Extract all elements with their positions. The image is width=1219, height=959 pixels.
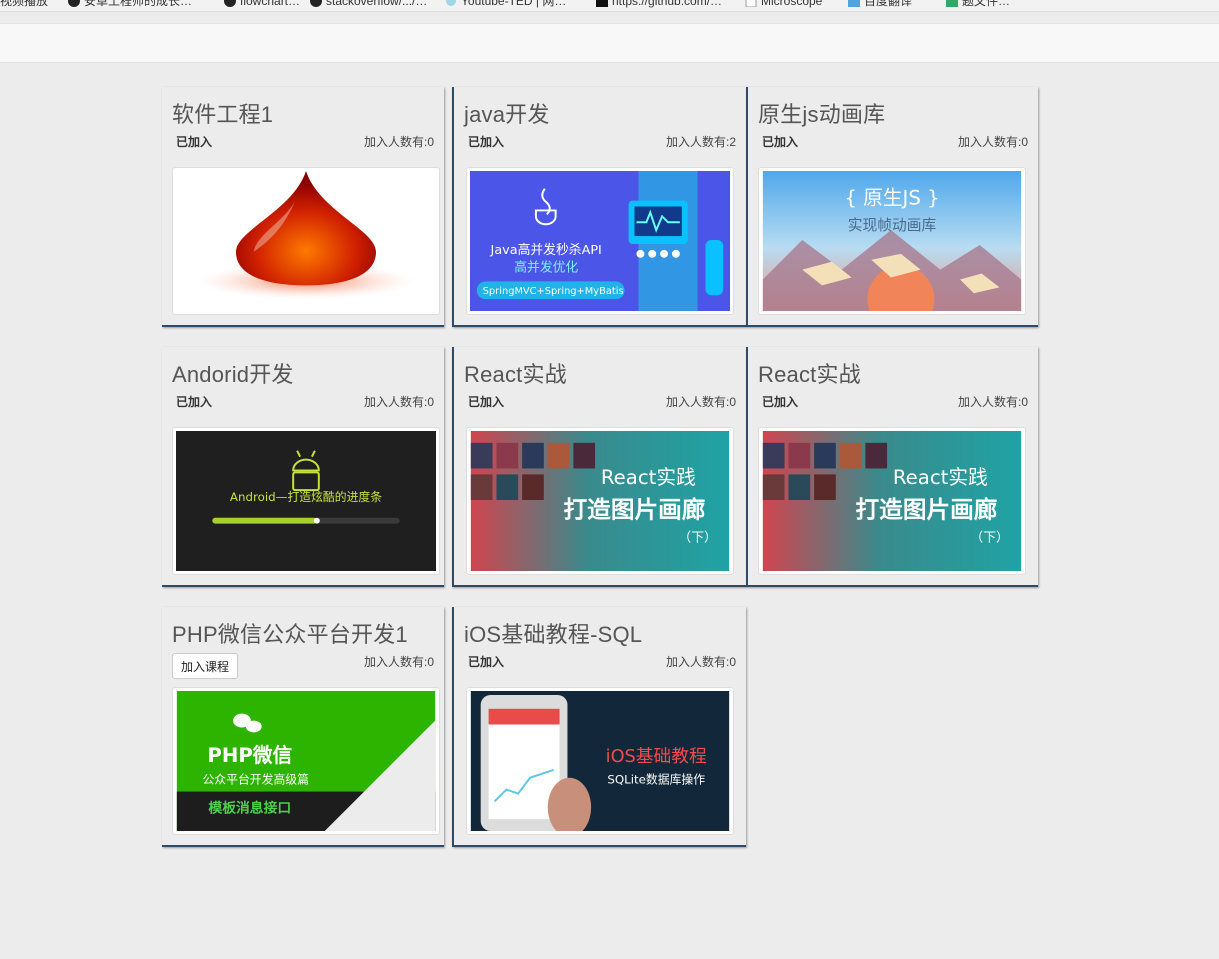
member-count: 加入人数有:2: [665, 135, 736, 149]
member-count: 加入人数有:0: [363, 395, 434, 409]
github-icon: [224, 0, 236, 7]
github-icon: [68, 0, 80, 7]
bookmark[interactable]: Microscope: [745, 0, 822, 9]
svg-text:PHP微信: PHP微信: [207, 744, 292, 767]
red-drop-icon: [197, 171, 415, 300]
bookmark[interactable]: 题文件…: [946, 0, 1010, 9]
course-thumbnail[interactable]: React实践 打造图片画廊 （下）: [466, 427, 734, 575]
php-wechat-banner: PHP微信 公众平台开发高级篇 模板消息接口: [176, 691, 436, 831]
svg-text:（下）: （下）: [678, 530, 716, 545]
course-card[interactable]: PHP微信公众平台开发1 加入课程 加入人数有:0 PHP微信 公众平台开发高级…: [162, 607, 444, 847]
course-title[interactable]: React实战: [758, 357, 861, 389]
course-thumbnail[interactable]: Android—打造炫酷的进度条: [172, 427, 440, 575]
course-thumbnail[interactable]: iOS基础教程 SQLite数据库操作: [466, 687, 734, 835]
svg-text:公众平台开发高级篇: 公众平台开发高级篇: [202, 773, 309, 787]
member-count: 加入人数有:0: [665, 395, 736, 409]
js-animation-banner: { 原生JS } 实现帧动画库: [762, 171, 1022, 311]
course-card[interactable]: 原生js动画库 已加入 加入人数有:0 { 原生JS } 实现帧动画库: [746, 87, 1038, 327]
svg-text:Java高并发秒杀API: Java高并发秒杀API: [490, 242, 602, 258]
bookmark[interactable]: flowchart…: [224, 0, 300, 9]
ios-banner: iOS基础教程 SQLite数据库操作: [470, 691, 730, 831]
ted-icon: [446, 0, 456, 6]
member-count: 加入人数有:0: [363, 655, 434, 669]
course-thumbnail[interactable]: [172, 167, 440, 315]
course-title[interactable]: 软件工程1: [172, 97, 273, 129]
joined-status: 已加入: [468, 395, 505, 409]
joined-status: 已加入: [468, 135, 505, 149]
course-card[interactable]: iOS基础教程-SQL 已加入 加入人数有:0 iOS基础教程 SQLite数据…: [452, 607, 746, 847]
member-count: 加入人数有:0: [665, 655, 736, 669]
svg-text:模板消息接口: 模板消息接口: [208, 799, 291, 816]
course-card[interactable]: React实战 已加入 加入人数有:0 React实践 打造图片画廊 （下）: [746, 347, 1038, 587]
svg-text:SQLite数据库操作: SQLite数据库操作: [607, 773, 705, 787]
course-title[interactable]: PHP微信公众平台开发1: [172, 617, 408, 649]
course-card[interactable]: React实战 已加入 加入人数有:0 React实践 打造图片画廊 （下）: [452, 347, 746, 587]
android-banner: Android—打造炫酷的进度条: [176, 431, 436, 571]
svg-text:实现帧动画库: 实现帧动画库: [848, 217, 937, 234]
svg-text:React实践: React实践: [893, 466, 988, 489]
course-title[interactable]: React实战: [464, 357, 567, 389]
page-icon: [745, 0, 757, 7]
course-thumbnail[interactable]: { 原生JS } 实现帧动画库: [758, 167, 1026, 315]
join-course-button[interactable]: 加入课程: [172, 653, 239, 679]
course-card[interactable]: 软件工程1 已加入 加入人数有:0: [162, 87, 444, 327]
course-card[interactable]: java开发 已加入 加入人数有:2 Java高并发秒杀API 高并发优化 Sp…: [452, 87, 746, 327]
react-banner: React实践 打造图片画廊 （下）: [762, 431, 1022, 571]
svg-text:高并发优化: 高并发优化: [514, 260, 578, 276]
joined-status: 已加入: [762, 135, 799, 149]
bookmark[interactable]: 视频播放: [0, 0, 48, 9]
course-title[interactable]: java开发: [464, 97, 550, 129]
bookmark-icon: [946, 0, 958, 7]
bookmark[interactable]: 百度翻译: [848, 0, 912, 9]
course-card[interactable]: Andorid开发 已加入 加入人数有:0 Android—打造炫酷的进度条: [162, 347, 444, 587]
course-thumbnail[interactable]: React实践 打造图片画廊 （下）: [758, 427, 1026, 575]
bookmarks-bar: 视频播放 安卓工程师的成长… flowchart… stackoverflow/…: [0, 0, 1219, 12]
svg-text:（下）: （下）: [970, 530, 1008, 545]
github-icon: [596, 0, 608, 7]
bookmark[interactable]: https://github.com/…: [596, 0, 722, 9]
react-banner: React实践 打造图片画廊 （下）: [470, 431, 730, 571]
joined-status: 已加入: [176, 135, 213, 149]
translate-icon: [848, 0, 860, 7]
svg-text:打造图片画廊: 打造图片画廊: [856, 496, 998, 524]
member-count: 加入人数有:0: [363, 135, 434, 149]
svg-text:React实践: React实践: [601, 466, 696, 489]
svg-text:SpringMVC+Spring+MyBatis: SpringMVC+Spring+MyBatis: [483, 286, 624, 297]
joined-status: 已加入: [468, 655, 505, 669]
course-thumbnail[interactable]: Java高并发秒杀API 高并发优化 SpringMVC+Spring+MyBa…: [466, 167, 734, 315]
java-banner: Java高并发秒杀API 高并发优化 SpringMVC+Spring+MyBa…: [470, 171, 730, 311]
svg-text:iOS基础教程: iOS基础教程: [606, 746, 707, 767]
svg-text:Android—打造炫酷的进度条: Android—打造炫酷的进度条: [230, 490, 382, 504]
github-icon: [310, 0, 322, 7]
bookmark[interactable]: 安卓工程师的成长…: [68, 0, 192, 9]
course-title[interactable]: Andorid开发: [172, 357, 294, 389]
member-count: 加入人数有:0: [957, 395, 1028, 409]
joined-status: 已加入: [176, 395, 213, 409]
svg-text:{ 原生JS }: { 原生JS }: [844, 187, 939, 210]
course-title[interactable]: 原生js动画库: [758, 97, 885, 129]
joined-status: 已加入: [762, 395, 799, 409]
top-navbar: [0, 23, 1219, 63]
svg-text:打造图片画廊: 打造图片画廊: [564, 496, 706, 524]
bookmark[interactable]: stackoverflow/.../…: [310, 0, 427, 9]
bookmark[interactable]: Youtube-TED | 网…: [445, 0, 566, 9]
course-title[interactable]: iOS基础教程-SQL: [464, 617, 642, 649]
member-count: 加入人数有:0: [957, 135, 1028, 149]
course-thumbnail[interactable]: PHP微信 公众平台开发高级篇 模板消息接口: [172, 687, 440, 835]
